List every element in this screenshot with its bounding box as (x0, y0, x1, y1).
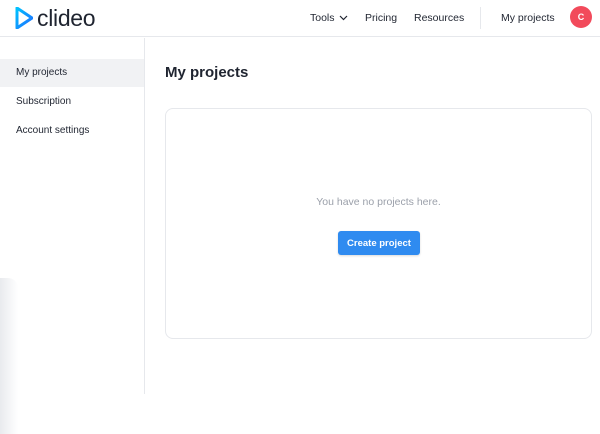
nav-tools-label: Tools (310, 12, 335, 24)
sidebar-item-my-projects[interactable]: My projects (0, 59, 144, 87)
sidebar-item-account-settings[interactable]: Account settings (0, 117, 144, 145)
sidebar-item-subscription[interactable]: Subscription (0, 88, 144, 116)
top-navigation-bar: clideo Tools Pricing Resources My projec… (0, 0, 600, 37)
empty-state-message: You have no projects here. (316, 196, 441, 208)
nav-pricing[interactable]: Pricing (365, 12, 397, 24)
page-title: My projects (165, 64, 249, 81)
nav-my-projects[interactable]: My projects (501, 12, 555, 24)
account-sidebar: My projects Subscription Account setting… (0, 38, 145, 434)
nav-resources[interactable]: Resources (414, 12, 464, 24)
sidebar-shadow-decoration (0, 278, 18, 434)
nav-tools[interactable]: Tools (310, 12, 348, 24)
projects-empty-state: You have no projects here. Create projec… (165, 108, 592, 339)
nav-divider (480, 7, 481, 29)
chevron-down-icon (339, 15, 347, 21)
main-navigation: Tools Pricing Resources My projects (0, 0, 600, 36)
user-avatar[interactable]: C (570, 6, 592, 28)
create-project-button[interactable]: Create project (338, 231, 420, 255)
